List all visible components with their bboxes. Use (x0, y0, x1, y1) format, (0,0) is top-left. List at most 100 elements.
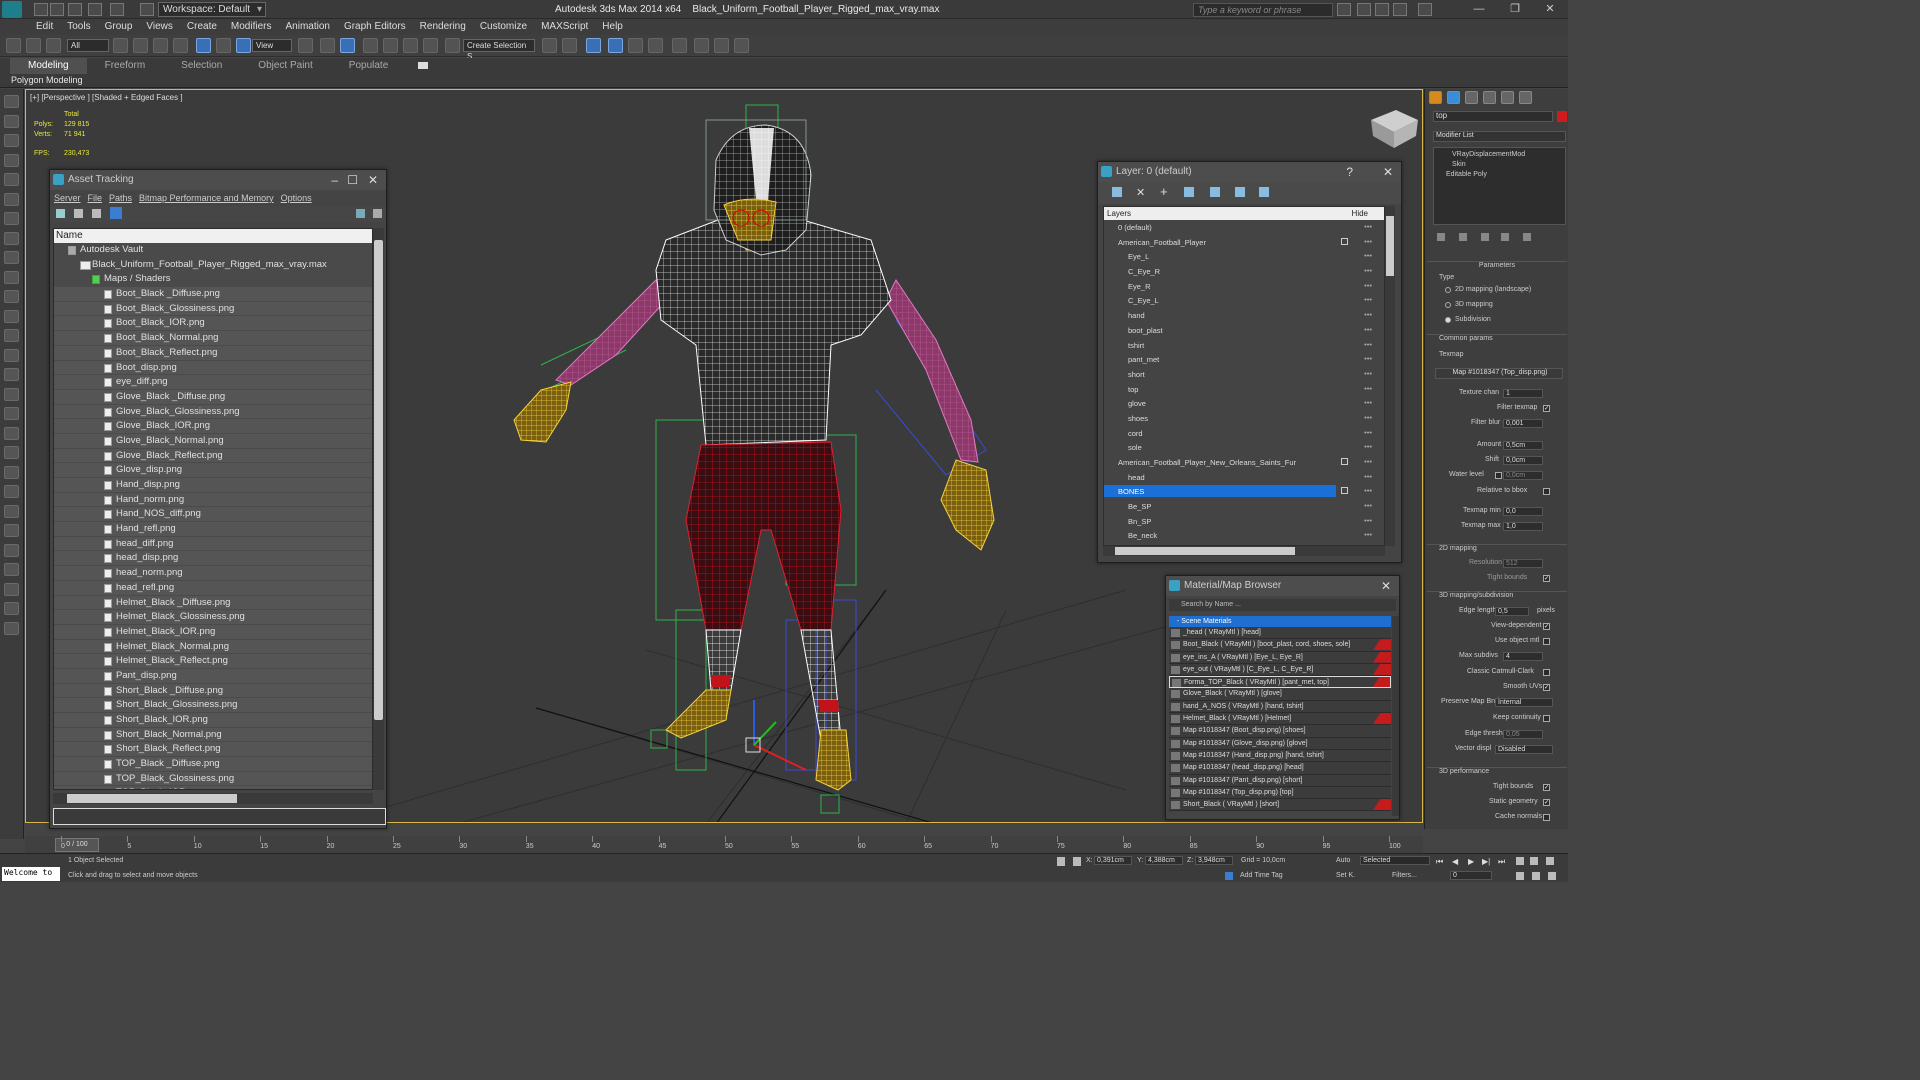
hide-toggle-icon[interactable]: ••• (1364, 308, 1372, 322)
asset-file-row[interactable]: TOP_Black_IOR (54, 786, 372, 789)
layer-row[interactable]: sole ••• (1104, 440, 1384, 455)
asset-file-row[interactable]: Boot_Black_Reflect.png (54, 345, 372, 361)
minimize-button[interactable]: — (1466, 2, 1492, 17)
settings-icon[interactable] (373, 209, 382, 218)
polygon-modeling-label[interactable]: Polygon Modeling (11, 75, 83, 85)
asset-file-row[interactable]: Helmet_Black_Glossiness.png (54, 610, 372, 625)
new-file-icon[interactable] (34, 3, 48, 16)
keyword-search-input[interactable]: Type a keyword or phrase (1193, 3, 1333, 17)
material-row[interactable]: Map #1018347 (Pant_disp.png) [short] (1169, 774, 1391, 787)
asset-horizontal-scrollbar[interactable] (53, 793, 373, 804)
delete-layer-icon[interactable]: ✕ (1136, 186, 1145, 199)
hide-toggle-icon[interactable]: ••• (1364, 293, 1372, 307)
render-setup-icon[interactable] (694, 38, 709, 53)
absolute-mode-icon[interactable] (1073, 857, 1081, 866)
asset-file-row[interactable]: Boot_Black_Normal.png (54, 331, 372, 346)
asset-file-row[interactable]: Short_Black_Glossiness.png (54, 698, 372, 713)
ribbon-options-icon[interactable] (418, 62, 429, 69)
smooth-uvs-checkbox[interactable]: ✓ (1543, 684, 1550, 691)
highlight-layer-icon[interactable] (1210, 187, 1220, 197)
select-in-layer-icon[interactable] (1184, 187, 1194, 197)
hair-icon[interactable] (4, 426, 19, 440)
tab-freeform[interactable]: Freeform (87, 58, 164, 74)
water-level-checkbox[interactable] (1495, 472, 1502, 479)
hide-toggle-icon[interactable]: ••• (1364, 528, 1372, 542)
info-icon[interactable] (4, 621, 19, 635)
maximize-viewport-icon[interactable] (1548, 872, 1556, 880)
y-coord-field[interactable]: 4,388cm (1145, 856, 1183, 865)
asset-file-row[interactable]: Boot_Black _Diffuse.png (54, 287, 372, 302)
torus-icon[interactable] (4, 329, 19, 342)
layer-row[interactable]: BONES ••• (1104, 484, 1384, 499)
modifier-list-dropdown[interactable]: Modifier List (1433, 131, 1566, 142)
layer-row[interactable]: C_Eye_R ••• (1104, 264, 1384, 279)
go-to-end-icon[interactable]: ⏭ (1498, 857, 1505, 867)
col-layers[interactable]: Layers (1107, 209, 1131, 218)
select-scale-icon[interactable] (236, 38, 251, 53)
subscription-icon[interactable] (1357, 3, 1371, 16)
layer-manager-icon[interactable] (586, 38, 601, 53)
keyboard-shortcut-icon[interactable] (340, 38, 355, 53)
asset-file-row[interactable]: Hand_NOS_diff.png (54, 507, 372, 523)
menu-views[interactable]: Views (146, 19, 173, 35)
close-icon[interactable]: ✕ (1383, 162, 1393, 182)
tree-item-vault[interactable]: Autodesk Vault (54, 243, 372, 258)
use-object-mtl-checkbox[interactable] (1543, 638, 1550, 645)
detail-view-icon[interactable] (92, 209, 101, 218)
help-icon[interactable] (356, 209, 365, 218)
close-icon[interactable]: ✕ (1381, 576, 1391, 596)
material-browser-titlebar[interactable]: Material/Map Browser ✕ (1166, 576, 1399, 596)
material-row[interactable]: hand_A_NOS ( VRayMtl ) [hand, tshirt] (1169, 700, 1391, 714)
layer-row[interactable]: Eye_R ••• (1104, 279, 1384, 294)
hide-toggle-icon[interactable]: ••• (1364, 470, 1372, 484)
asset-file-row[interactable]: Hand_norm.png (54, 492, 372, 508)
modifier-stack[interactable]: VRayDisplacementMod Skin Editable Poly (1433, 147, 1566, 225)
script-icon[interactable] (4, 563, 19, 576)
track-bar[interactable]: 0 / 100 0 5 10 15 20 25 30 35 40 45 50 55 60 65 70 75 80… (25, 836, 1423, 853)
system-icon[interactable] (4, 251, 19, 264)
material-row[interactable]: Map #1018347 (Boot_disp.png) [shoes] (1169, 725, 1391, 738)
asset-file-row[interactable]: Short_Black_Reflect.png (54, 742, 372, 758)
workspace-dropdown[interactable]: Workspace: Default (158, 2, 266, 17)
go-to-start-icon[interactable]: ⏮ (1436, 857, 1443, 867)
auto-key-button[interactable]: Auto (1336, 857, 1350, 864)
menu-customize[interactable]: Customize (480, 19, 527, 35)
utilities-tab-icon[interactable] (1519, 91, 1532, 104)
schematic-view-icon[interactable] (648, 38, 663, 53)
cloth-icon[interactable] (4, 465, 19, 479)
asset-file-row[interactable]: Pant_disp.png (54, 668, 372, 684)
select-object-icon[interactable] (113, 38, 128, 53)
undo-icon[interactable] (88, 3, 102, 16)
layer-row[interactable]: American_Football_Player ••• (1104, 235, 1384, 250)
radio-3d-mapping[interactable] (1445, 302, 1451, 308)
help-icon[interactable]: ? (1346, 162, 1353, 182)
asset-file-row[interactable]: head_norm.png (54, 566, 372, 581)
render-icon[interactable] (4, 270, 19, 284)
remove-modifier-icon[interactable] (1501, 233, 1509, 241)
tight-bounds2-checkbox[interactable]: ✓ (1543, 784, 1550, 791)
stack-item-skin[interactable]: Skin (1434, 160, 1565, 170)
redo-icon[interactable] (110, 3, 124, 16)
edge-length-spinner[interactable]: 0,5 (1495, 607, 1529, 616)
water-level-spinner[interactable]: 0,0cm (1503, 471, 1543, 480)
asset-file-row[interactable]: Glove_Black_Reflect.png (54, 448, 372, 464)
select-by-name-icon[interactable] (133, 38, 148, 53)
preserve-map-dropdown[interactable]: Internal (1495, 698, 1553, 707)
hide-toggle-icon[interactable]: ••• (1364, 235, 1372, 249)
hide-toggle-icon[interactable]: ••• (1364, 279, 1372, 293)
tab-populate[interactable]: Populate (331, 58, 406, 74)
align-icon[interactable] (562, 38, 577, 53)
named-selection-dropdown[interactable]: Create Selection S (463, 39, 535, 61)
add-time-tag[interactable]: Add Time Tag (1240, 872, 1283, 879)
app-logo-icon[interactable] (2, 1, 22, 18)
column-header-name[interactable]: Name (54, 229, 372, 243)
hide-toggle-icon[interactable]: ••• (1364, 220, 1372, 234)
material-row[interactable]: Map #1018347 (Top_disp.png) [top] (1169, 786, 1391, 800)
asset-file-row[interactable]: Glove_Black_Normal.png (54, 433, 372, 449)
asset-file-row[interactable]: Short_Black _Diffuse.png (54, 683, 372, 699)
layer-row[interactable]: Be_SP ••• (1104, 499, 1384, 514)
make-unique-icon[interactable] (1481, 233, 1489, 241)
close-button[interactable]: ✕ (1537, 2, 1563, 17)
orbit-icon[interactable] (1532, 872, 1540, 880)
tab-selection[interactable]: Selection (163, 58, 240, 74)
